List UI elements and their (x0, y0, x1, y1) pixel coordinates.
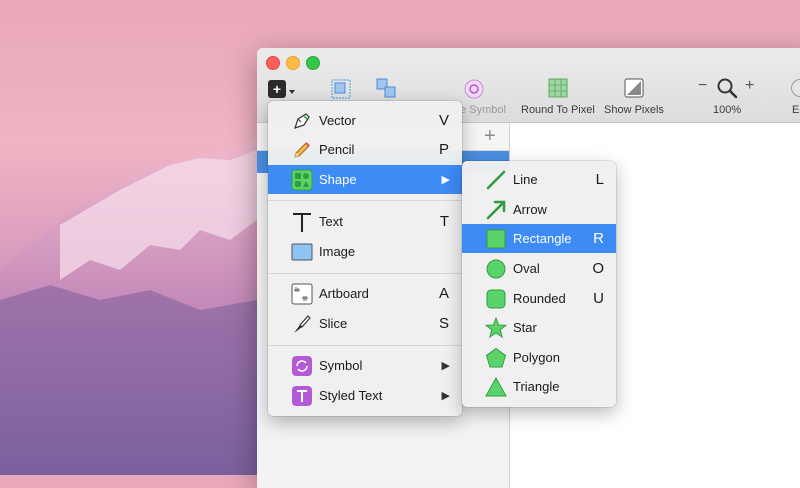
symbol-icon (291, 355, 313, 377)
menu-item-rounded[interactable]: Rounded U (462, 284, 616, 313)
arrow-icon (485, 199, 507, 221)
insert-button[interactable]: + (268, 80, 286, 98)
zoom-level: 100% (713, 104, 741, 116)
image-icon (291, 241, 313, 263)
rectangle-icon (485, 228, 507, 250)
menu-item-rectangle[interactable]: Rectangle R (462, 224, 616, 253)
chevron-down-icon (289, 90, 295, 94)
shape-submenu: Line L Arrow Rectangle R Oval O Rounded … (462, 161, 616, 407)
add-page-button[interactable]: + (484, 125, 496, 148)
create-symbol-label[interactable]: te Symbol (457, 104, 506, 116)
menu-item-star[interactable]: Star (462, 313, 616, 342)
slice-knife-icon (291, 313, 313, 335)
pencil-icon (291, 139, 313, 161)
menu-item-styled-text[interactable]: Styled Text ▶ (268, 381, 462, 410)
menu-item-pencil[interactable]: Pencil P (268, 135, 462, 164)
rounded-rect-icon (485, 288, 507, 310)
artboard-icon (291, 283, 313, 305)
polygon-icon (485, 347, 507, 369)
round-to-pixel-icon[interactable] (548, 78, 568, 98)
edit-icon[interactable] (790, 78, 800, 98)
submenu-arrow-icon: ▶ (442, 359, 450, 372)
menu-item-arrow[interactable]: Arrow (462, 195, 616, 224)
show-pixels-label[interactable]: Show Pixels (604, 104, 664, 116)
menu-separator (268, 345, 462, 346)
menu-item-shape[interactable]: Shape ▶ (268, 165, 462, 194)
submenu-arrow-icon: ▶ (442, 389, 450, 402)
text-icon (291, 211, 313, 233)
star-icon (485, 317, 507, 339)
insert-menu: Vector V Pencil P Shape ▶ Text T (268, 101, 462, 416)
menu-separator (268, 273, 462, 274)
menu-item-symbol[interactable]: Symbol ▶ (268, 351, 462, 380)
oval-icon (485, 258, 507, 280)
menu-item-oval[interactable]: Oval O (462, 254, 616, 283)
submenu-arrow-icon: ▶ (442, 173, 450, 186)
menu-item-text[interactable]: Text T (268, 207, 462, 236)
menu-item-artboard[interactable]: Artboard A (268, 279, 462, 308)
menu-item-slice[interactable]: Slice S (268, 309, 462, 338)
edit-label[interactable]: Ed (792, 104, 800, 116)
round-to-pixel-label[interactable]: Round To Pixel (521, 104, 595, 116)
plus-icon: + (273, 81, 281, 97)
styled-text-icon (291, 385, 313, 407)
minimize-window-button[interactable] (286, 56, 300, 70)
menu-item-vector[interactable]: Vector V (268, 106, 462, 135)
menu-item-polygon[interactable]: Polygon (462, 343, 616, 372)
ungroup-icon[interactable] (375, 77, 399, 101)
group-icon[interactable] (330, 78, 352, 100)
menu-item-triangle[interactable]: Triangle (462, 372, 616, 401)
create-symbol-icon[interactable] (463, 78, 485, 100)
menu-item-line[interactable]: Line L (462, 165, 616, 194)
zoom-window-button[interactable] (306, 56, 320, 70)
menu-separator (268, 200, 462, 201)
zoom-out-button[interactable]: − (698, 77, 707, 95)
shape-icon (291, 169, 313, 191)
vector-pen-icon (291, 110, 313, 132)
zoom-in-button[interactable]: + (745, 77, 754, 95)
show-pixels-icon[interactable] (624, 78, 644, 98)
close-window-button[interactable] (266, 56, 280, 70)
triangle-icon (485, 376, 507, 398)
menu-item-image[interactable]: Image (268, 237, 462, 266)
line-icon (485, 169, 507, 191)
zoom-icon (716, 77, 738, 99)
